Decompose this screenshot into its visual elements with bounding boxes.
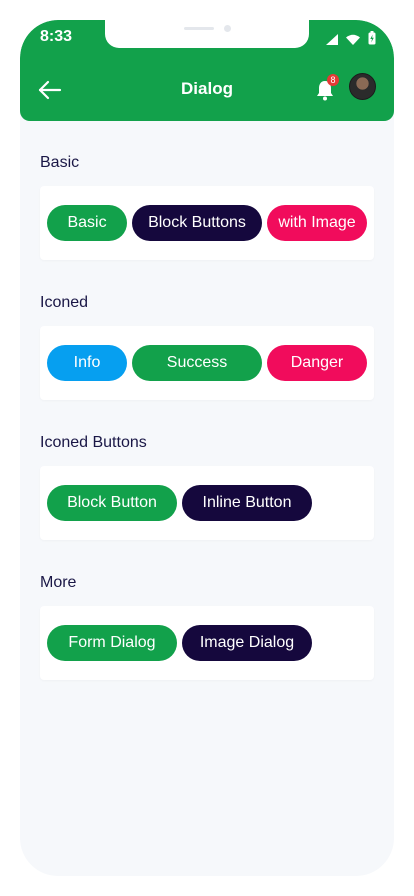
battery-icon <box>368 31 376 45</box>
card-basic: Basic Block Buttons with Image <box>40 186 374 260</box>
phone-frame: 8:33 Dialog 8 Basic Basic Block Buttons … <box>20 20 394 876</box>
success-button[interactable]: Success <box>132 345 262 381</box>
app-header: 8:33 Dialog 8 <box>20 20 394 121</box>
block-buttons-button[interactable]: Block Buttons <box>132 205 262 241</box>
front-camera <box>224 25 231 32</box>
notification-badge: 8 <box>327 74 339 86</box>
info-button[interactable]: Info <box>47 345 127 381</box>
section-title-basic: Basic <box>40 154 80 171</box>
inline-button[interactable]: Inline Button <box>182 485 312 521</box>
speaker-grille <box>184 27 214 30</box>
image-dialog-button[interactable]: Image Dialog <box>182 625 312 661</box>
section-title-more: More <box>40 574 77 591</box>
card-iconed: Info Success Danger <box>40 326 374 400</box>
form-dialog-button[interactable]: Form Dialog <box>47 625 177 661</box>
status-icons <box>326 31 376 45</box>
basic-button[interactable]: Basic <box>47 205 127 241</box>
with-image-button[interactable]: with Image <box>267 205 367 241</box>
status-time: 8:33 <box>40 28 73 45</box>
section-title-iconed: Iconed <box>40 294 89 311</box>
wifi-icon <box>346 34 360 45</box>
avatar[interactable] <box>349 73 376 100</box>
signal-icon <box>326 34 338 45</box>
danger-button[interactable]: Danger <box>267 345 367 381</box>
card-iconed-buttons: Block Button Inline Button <box>40 466 374 540</box>
section-title-iconed-buttons: Iconed Buttons <box>40 434 147 451</box>
block-button[interactable]: Block Button <box>47 485 177 521</box>
card-more: Form Dialog Image Dialog <box>40 606 374 680</box>
device-notch <box>105 20 309 48</box>
